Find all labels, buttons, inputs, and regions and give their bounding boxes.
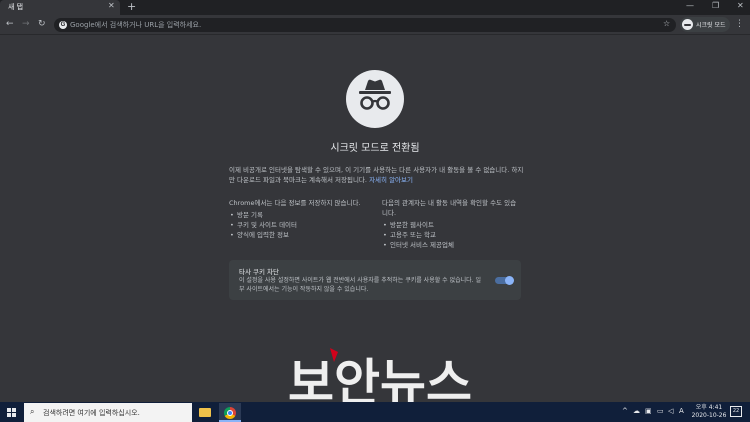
incognito-avatar-icon [682, 19, 693, 30]
address-placeholder: Google에서 검색하거나 URL을 입력하세요. [70, 21, 202, 29]
list-item: 고용주 또는 학교 [382, 230, 522, 240]
address-bar[interactable]: G Google에서 검색하거나 URL을 입력하세요. ☆ [54, 18, 676, 32]
volume-icon[interactable]: ◁ [668, 407, 673, 415]
block-cookies-toggle[interactable] [495, 276, 514, 285]
notification-center-icon[interactable]: 22 [730, 406, 742, 417]
file-explorer-button[interactable] [194, 403, 216, 422]
google-icon: G [59, 21, 67, 29]
bookmark-star-icon[interactable]: ☆ [663, 19, 670, 28]
taskbar-search-placeholder: 검색하려면 여기에 입력하십시오. [43, 409, 140, 417]
restore-icon[interactable]: ❐ [712, 1, 719, 10]
visible-to-heading: 다음의 관계자는 내 활동 내역을 확인할 수도 있습니다. [382, 199, 517, 217]
watermark-logo: 보안뉴스 [288, 348, 472, 406]
third-party-cookie-card: 타사 쿠키 차단 이 설정을 사용 설정하면 사이트가 웹 전반에서 사용자를 … [229, 260, 521, 300]
taskbar-search-input[interactable]: ⌕ 검색하려면 여기에 입력하십시오. [24, 403, 192, 422]
windows-taskbar: ⌕ 검색하려면 여기에 입력하십시오. ^ ☁ ▣ ▭ ◁ A 오후 4:41 … [0, 402, 750, 422]
tab-strip: 새 탭 ✕ + — ❐ ✕ [0, 0, 750, 15]
tab-new-tab[interactable]: 새 탭 ✕ [0, 0, 120, 15]
not-saved-column: Chrome에서는 다음 정보를 저장하지 않습니다. 방문 기록 쿠키 및 사… [229, 198, 369, 240]
forward-icon[interactable]: → [22, 19, 30, 30]
not-saved-heading: Chrome에서는 다음 정보를 저장하지 않습니다. [229, 199, 361, 207]
chrome-taskbar-button[interactable] [219, 403, 241, 422]
security-icon[interactable]: ▣ [645, 407, 652, 415]
intro-text: 이제 비공개로 인터넷을 탐색할 수 있으며, 이 기기를 사용하는 다른 사용… [229, 165, 529, 185]
toggle-knob [505, 276, 514, 285]
clock-date: 2020-10-26 [691, 412, 727, 419]
windows-start-icon[interactable] [7, 408, 16, 417]
clock-time: 오후 4:41 [695, 404, 723, 411]
incognito-profile-button[interactable]: 시크릿 모드 [680, 17, 730, 32]
onedrive-icon[interactable]: ☁ [633, 407, 640, 415]
new-tab-button[interactable]: + [127, 0, 136, 14]
taskbar-clock[interactable]: 오후 4:41 2020-10-26 [690, 404, 728, 420]
profile-label: 시크릿 모드 [696, 22, 726, 29]
menu-icon[interactable]: ⋮ [735, 19, 744, 29]
tab-title: 새 탭 [8, 3, 24, 11]
cookie-description: 이 설정을 사용 설정하면 사이트가 웹 전반에서 사용자를 추적하는 쿠키를 … [239, 277, 481, 293]
list-item: 방문 기록 [229, 210, 369, 220]
visible-to-column: 다음의 관계자는 내 활동 내역을 확인할 수도 있습니다. 방문한 웹사이트 … [382, 198, 522, 250]
tray-expand-icon[interactable]: ^ [622, 407, 628, 415]
incognito-logo-icon [346, 70, 404, 128]
network-icon[interactable]: ▭ [657, 407, 664, 415]
list-item: 방문한 웹사이트 [382, 220, 522, 230]
minimize-icon[interactable]: — [686, 1, 694, 10]
back-icon[interactable]: ← [6, 19, 14, 30]
close-window-icon[interactable]: ✕ [737, 1, 744, 10]
search-icon: ⌕ [30, 407, 35, 416]
watermark-text: 보안뉴스 [288, 354, 472, 406]
list-item: 양식에 입력한 정보 [229, 230, 369, 240]
list-item: 쿠키 및 사이트 데이터 [229, 220, 369, 230]
tab-close-icon[interactable]: ✕ [108, 1, 115, 10]
folder-icon [199, 408, 211, 417]
cookie-title: 타사 쿠키 차단 [239, 268, 280, 276]
ime-indicator[interactable]: A [679, 407, 684, 415]
reload-icon[interactable]: ↻ [38, 19, 46, 30]
learn-more-link[interactable]: 자세히 알아보기 [369, 176, 413, 184]
chrome-icon [224, 407, 236, 419]
browser-toolbar: ← → ↻ G Google에서 검색하거나 URL을 입력하세요. ☆ [0, 15, 750, 35]
page-title: 시크릿 모드로 전환됨 [330, 143, 420, 154]
list-item: 인터넷 서비스 제공업체 [382, 240, 522, 250]
